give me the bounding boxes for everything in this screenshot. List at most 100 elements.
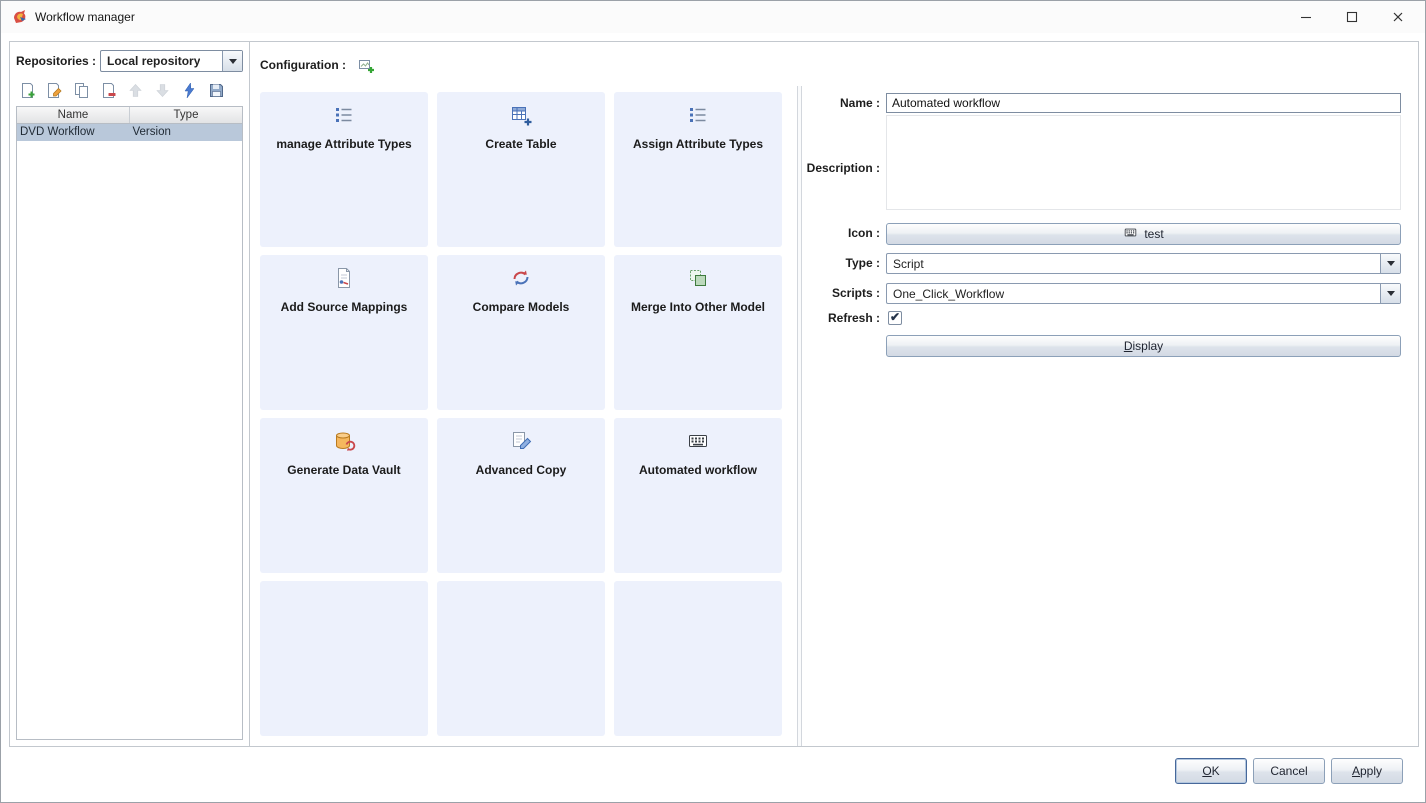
name-label: Name : xyxy=(750,96,880,110)
keyboard-icon xyxy=(1123,225,1138,243)
repositories-row: Repositories : Local repository xyxy=(16,50,243,72)
remove-button[interactable] xyxy=(99,81,117,99)
minimize-button[interactable] xyxy=(1283,1,1329,33)
window-title: Workflow manager xyxy=(35,10,135,24)
apply-button[interactable]: Apply xyxy=(1331,758,1403,784)
column-header-name[interactable]: Name xyxy=(17,107,130,123)
scripts-label: Scripts : xyxy=(750,286,880,300)
split-divider[interactable] xyxy=(797,86,802,746)
add-configuration-icon xyxy=(358,57,375,74)
source-mapping-icon xyxy=(332,266,356,293)
advanced-copy-icon xyxy=(509,429,533,456)
name-input[interactable] xyxy=(886,93,1401,113)
titlebar: Workflow manager xyxy=(1,1,1425,33)
table-add-icon xyxy=(509,103,533,130)
table-cell-name: DVD Workflow xyxy=(17,124,130,141)
close-button[interactable] xyxy=(1375,1,1421,33)
maximize-button[interactable] xyxy=(1329,1,1375,33)
workflow-card-grid: manage Attribute Types Create Table xyxy=(260,92,782,736)
workflow-card[interactable]: Add Source Mappings xyxy=(260,255,428,410)
new-icon xyxy=(19,82,36,99)
apply-button-label: Apply xyxy=(1352,764,1382,778)
save-button[interactable] xyxy=(207,81,225,99)
workflow-card-label: Advanced Copy xyxy=(468,463,575,477)
minimize-icon xyxy=(1300,11,1312,23)
workflow-card[interactable]: manage Attribute Types xyxy=(260,92,428,247)
cancel-button[interactable]: Cancel xyxy=(1253,758,1325,784)
attribute-list-icon xyxy=(332,103,356,130)
type-selected-value: Script xyxy=(893,257,924,271)
ok-button-label: OK xyxy=(1202,764,1219,778)
table-cell-type: Version xyxy=(130,124,243,141)
workflow-card-label: Assign Attribute Types xyxy=(625,137,771,151)
maximize-icon xyxy=(1346,11,1358,23)
table-header: Name Type xyxy=(17,107,242,124)
table-row[interactable]: DVD Workflow Version xyxy=(17,124,242,141)
repository-toolbar xyxy=(18,80,225,100)
workflow-card[interactable]: Merge Into Other Model xyxy=(614,255,782,410)
icon-picker-button[interactable]: test xyxy=(886,223,1401,245)
icon-label: Icon : xyxy=(750,226,880,240)
refresh-label: Refresh : xyxy=(750,311,880,325)
move-down-icon xyxy=(154,82,171,99)
dialog-button-bar: OK Cancel Apply xyxy=(1175,758,1403,784)
add-configuration-button[interactable] xyxy=(358,57,375,74)
workflow-card-label: Compare Models xyxy=(465,300,578,314)
workflow-card[interactable]: Compare Models xyxy=(437,255,605,410)
workflow-card-empty xyxy=(437,581,605,736)
scripts-selected-value: One_Click_Workflow xyxy=(893,287,1004,301)
edit-icon xyxy=(46,82,63,99)
type-select[interactable]: Script xyxy=(886,253,1401,274)
merge-icon xyxy=(686,266,710,293)
workflow-card-empty xyxy=(260,581,428,736)
repository-table: Name Type DVD Workflow Version xyxy=(16,106,243,740)
ok-button[interactable]: OK xyxy=(1175,758,1247,784)
workflow-card[interactable]: Generate Data Vault xyxy=(260,418,428,573)
refresh-checkbox[interactable] xyxy=(888,311,902,325)
column-header-type[interactable]: Type xyxy=(130,107,242,123)
edit-button[interactable] xyxy=(45,81,63,99)
move-up-button[interactable] xyxy=(126,81,144,99)
workflow-card-label: manage Attribute Types xyxy=(268,137,419,151)
chevron-down-icon xyxy=(1380,254,1400,273)
display-button-label: Display xyxy=(1124,339,1163,353)
workflow-card[interactable]: Automated workflow xyxy=(614,418,782,573)
move-down-button[interactable] xyxy=(153,81,171,99)
refresh-button[interactable] xyxy=(180,81,198,99)
configuration-panel: Configuration : xyxy=(250,42,1418,746)
icon-picker-label: test xyxy=(1144,227,1163,241)
repositories-label: Repositories : xyxy=(16,54,96,68)
keyboard-icon xyxy=(686,429,710,456)
workflow-card[interactable]: Advanced Copy xyxy=(437,418,605,573)
chevron-down-icon xyxy=(222,51,242,71)
scripts-select[interactable]: One_Click_Workflow xyxy=(886,283,1401,304)
repository-selected-value: Local repository xyxy=(107,54,200,68)
repository-select[interactable]: Local repository xyxy=(100,50,243,72)
type-label: Type : xyxy=(750,256,880,270)
content-frame: Repositories : Local repository xyxy=(9,41,1419,747)
workflow-card[interactable]: Create Table xyxy=(437,92,605,247)
display-button[interactable]: Display xyxy=(886,335,1401,357)
close-icon xyxy=(1392,11,1404,23)
repository-panel: Repositories : Local repository xyxy=(10,42,250,746)
configuration-label: Configuration : xyxy=(260,58,346,72)
workflow-card-empty xyxy=(614,581,782,736)
compare-icon xyxy=(509,266,533,293)
configuration-row: Configuration : xyxy=(260,54,375,76)
remove-icon xyxy=(100,82,117,99)
save-icon xyxy=(208,82,225,99)
workflow-manager-window: Workflow manager Repositories : Local re… xyxy=(0,0,1426,803)
copy-icon xyxy=(73,82,90,99)
workflow-card-label: Add Source Mappings xyxy=(273,300,416,314)
workflow-card-label: Create Table xyxy=(477,137,564,151)
add-button[interactable] xyxy=(18,81,36,99)
refresh-icon xyxy=(181,82,198,99)
description-textarea[interactable] xyxy=(886,115,1401,210)
window-controls xyxy=(1283,1,1421,33)
cancel-button-label: Cancel xyxy=(1270,764,1307,778)
move-up-icon xyxy=(127,82,144,99)
workflow-card-label: Automated workflow xyxy=(631,463,765,477)
copy-button[interactable] xyxy=(72,81,90,99)
attribute-list-icon xyxy=(686,103,710,130)
data-vault-icon xyxy=(332,429,356,456)
